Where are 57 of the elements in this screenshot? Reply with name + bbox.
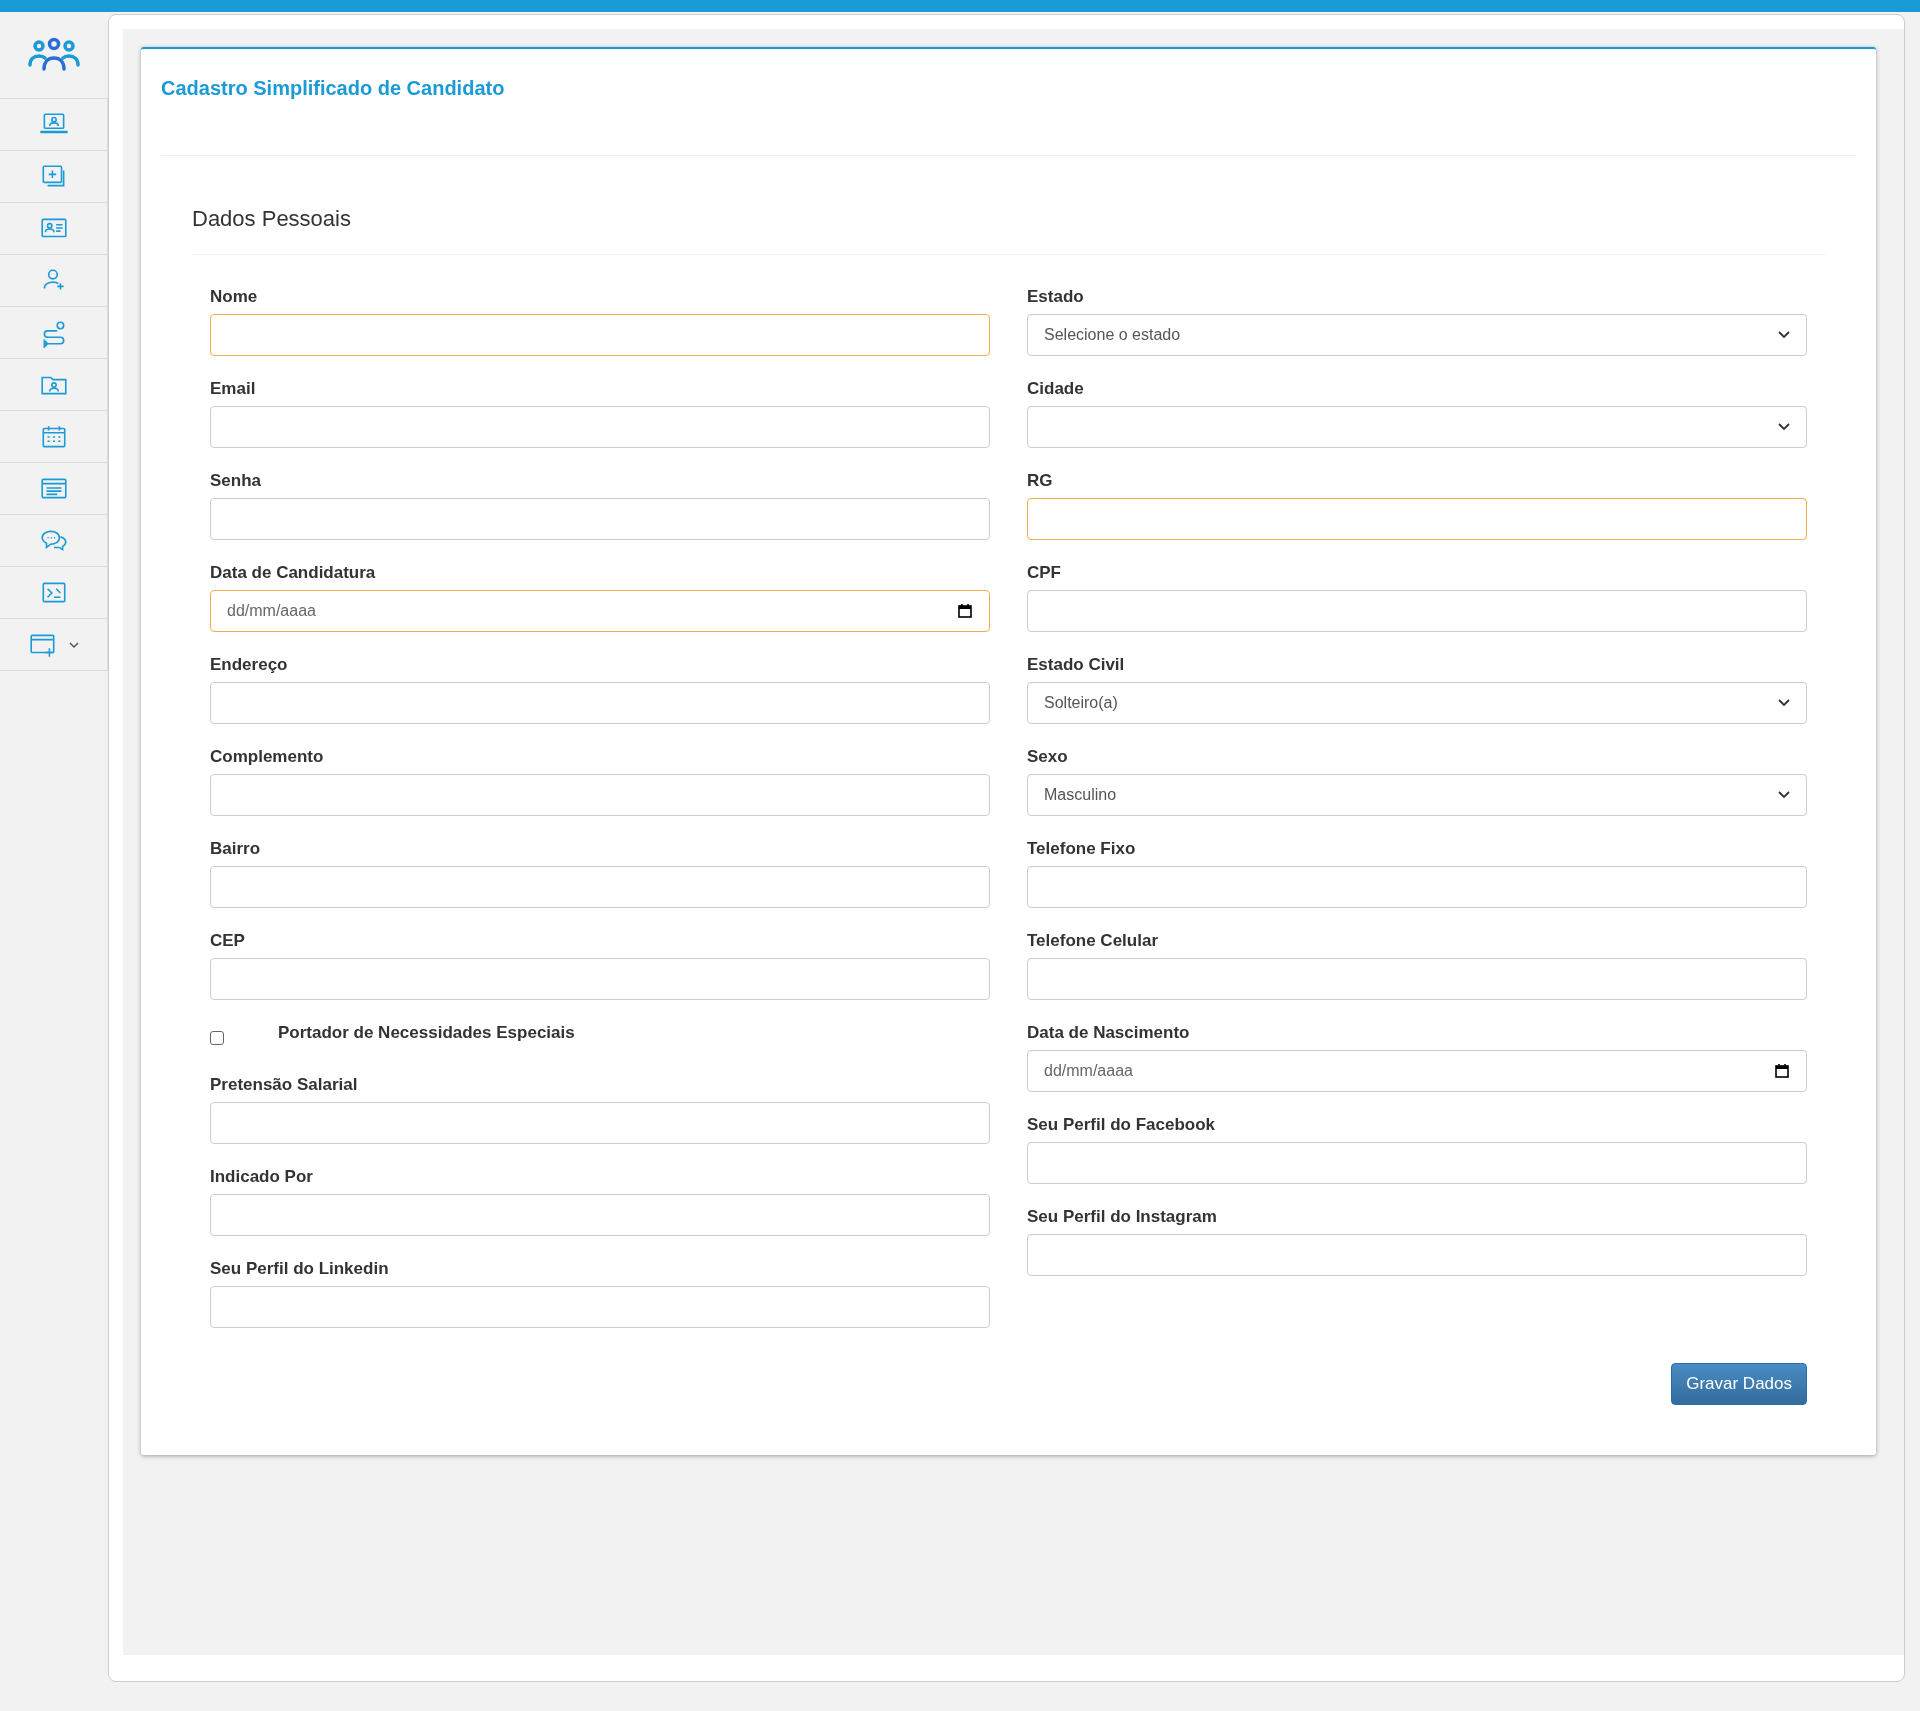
checkbox-label: Portador de Necessidades Especiais <box>278 1023 575 1043</box>
checkbox[interactable] <box>210 1031 224 1045</box>
field-label: Telefone Celular <box>1027 931 1159 951</box>
date-field[interactable]: dd/mm/aaaa <box>1027 1050 1807 1092</box>
field-label: CEP <box>210 931 246 951</box>
save-button[interactable]: Gravar Dados <box>1671 1363 1807 1405</box>
input-field[interactable] <box>210 1286 990 1328</box>
field-label: Indicado Por <box>210 1167 314 1187</box>
chevron-down-icon <box>1778 699 1790 707</box>
page-title: Cadastro Simplificado de Candidato <box>161 77 505 100</box>
field-label: Sexo <box>1027 747 1069 767</box>
chevron-down-icon <box>67 640 80 649</box>
field-label: Data de Nascimento <box>1027 1023 1191 1043</box>
field-label: Bairro <box>210 839 262 859</box>
field-label: Seu Perfil do Facebook <box>1027 1115 1216 1135</box>
chevron-down-icon <box>1778 423 1790 431</box>
field-label: Estado <box>1027 287 1085 307</box>
field-label: RG <box>1027 471 1054 491</box>
field-label: Complemento <box>210 747 325 767</box>
input-field[interactable] <box>1027 1142 1807 1184</box>
input-field[interactable] <box>1027 866 1807 908</box>
field-label: Telefone Fixo <box>1027 839 1137 859</box>
field-label: Seu Perfil do Linkedin <box>210 1259 390 1279</box>
input-field[interactable] <box>210 1194 990 1236</box>
select-field[interactable]: Masculino <box>1027 774 1807 816</box>
field-label: Data de Candidatura <box>210 563 377 583</box>
field-label: Senha <box>210 471 263 491</box>
field-label: Cidade <box>1027 379 1085 399</box>
calendar-icon[interactable] <box>957 603 973 619</box>
input-field[interactable] <box>1027 498 1807 540</box>
field-label: Seu Perfil do Instagram <box>1027 1207 1218 1227</box>
input-field[interactable] <box>210 406 990 448</box>
team-logo-icon <box>27 37 81 73</box>
input-field[interactable] <box>210 774 990 816</box>
input-field[interactable] <box>210 682 990 724</box>
field-label: Endereço <box>210 655 289 675</box>
select-field[interactable]: Selecione o estado <box>1027 314 1807 356</box>
chevron-down-icon <box>1778 791 1790 799</box>
input-field[interactable] <box>1027 1234 1807 1276</box>
chevron-down-icon <box>1778 331 1790 339</box>
select-field[interactable] <box>1027 406 1807 448</box>
select-field[interactable]: Solteiro(a) <box>1027 682 1807 724</box>
field-label: CPF <box>1027 563 1062 583</box>
input-field[interactable] <box>1027 590 1807 632</box>
input-field[interactable] <box>210 314 990 356</box>
input-field[interactable] <box>210 958 990 1000</box>
date-field[interactable]: dd/mm/aaaa <box>210 590 990 632</box>
input-field[interactable] <box>210 498 990 540</box>
field-label: Estado Civil <box>1027 655 1126 675</box>
section-title: Dados Pessoais <box>192 156 1825 255</box>
field-label: Nome <box>210 287 259 307</box>
input-field[interactable] <box>210 866 990 908</box>
input-field[interactable] <box>210 1102 990 1144</box>
input-field[interactable] <box>1027 958 1807 1000</box>
calendar-icon[interactable] <box>1774 1063 1790 1079</box>
field-label: Email <box>210 379 257 399</box>
field-label: Pretensão Salarial <box>210 1075 359 1095</box>
